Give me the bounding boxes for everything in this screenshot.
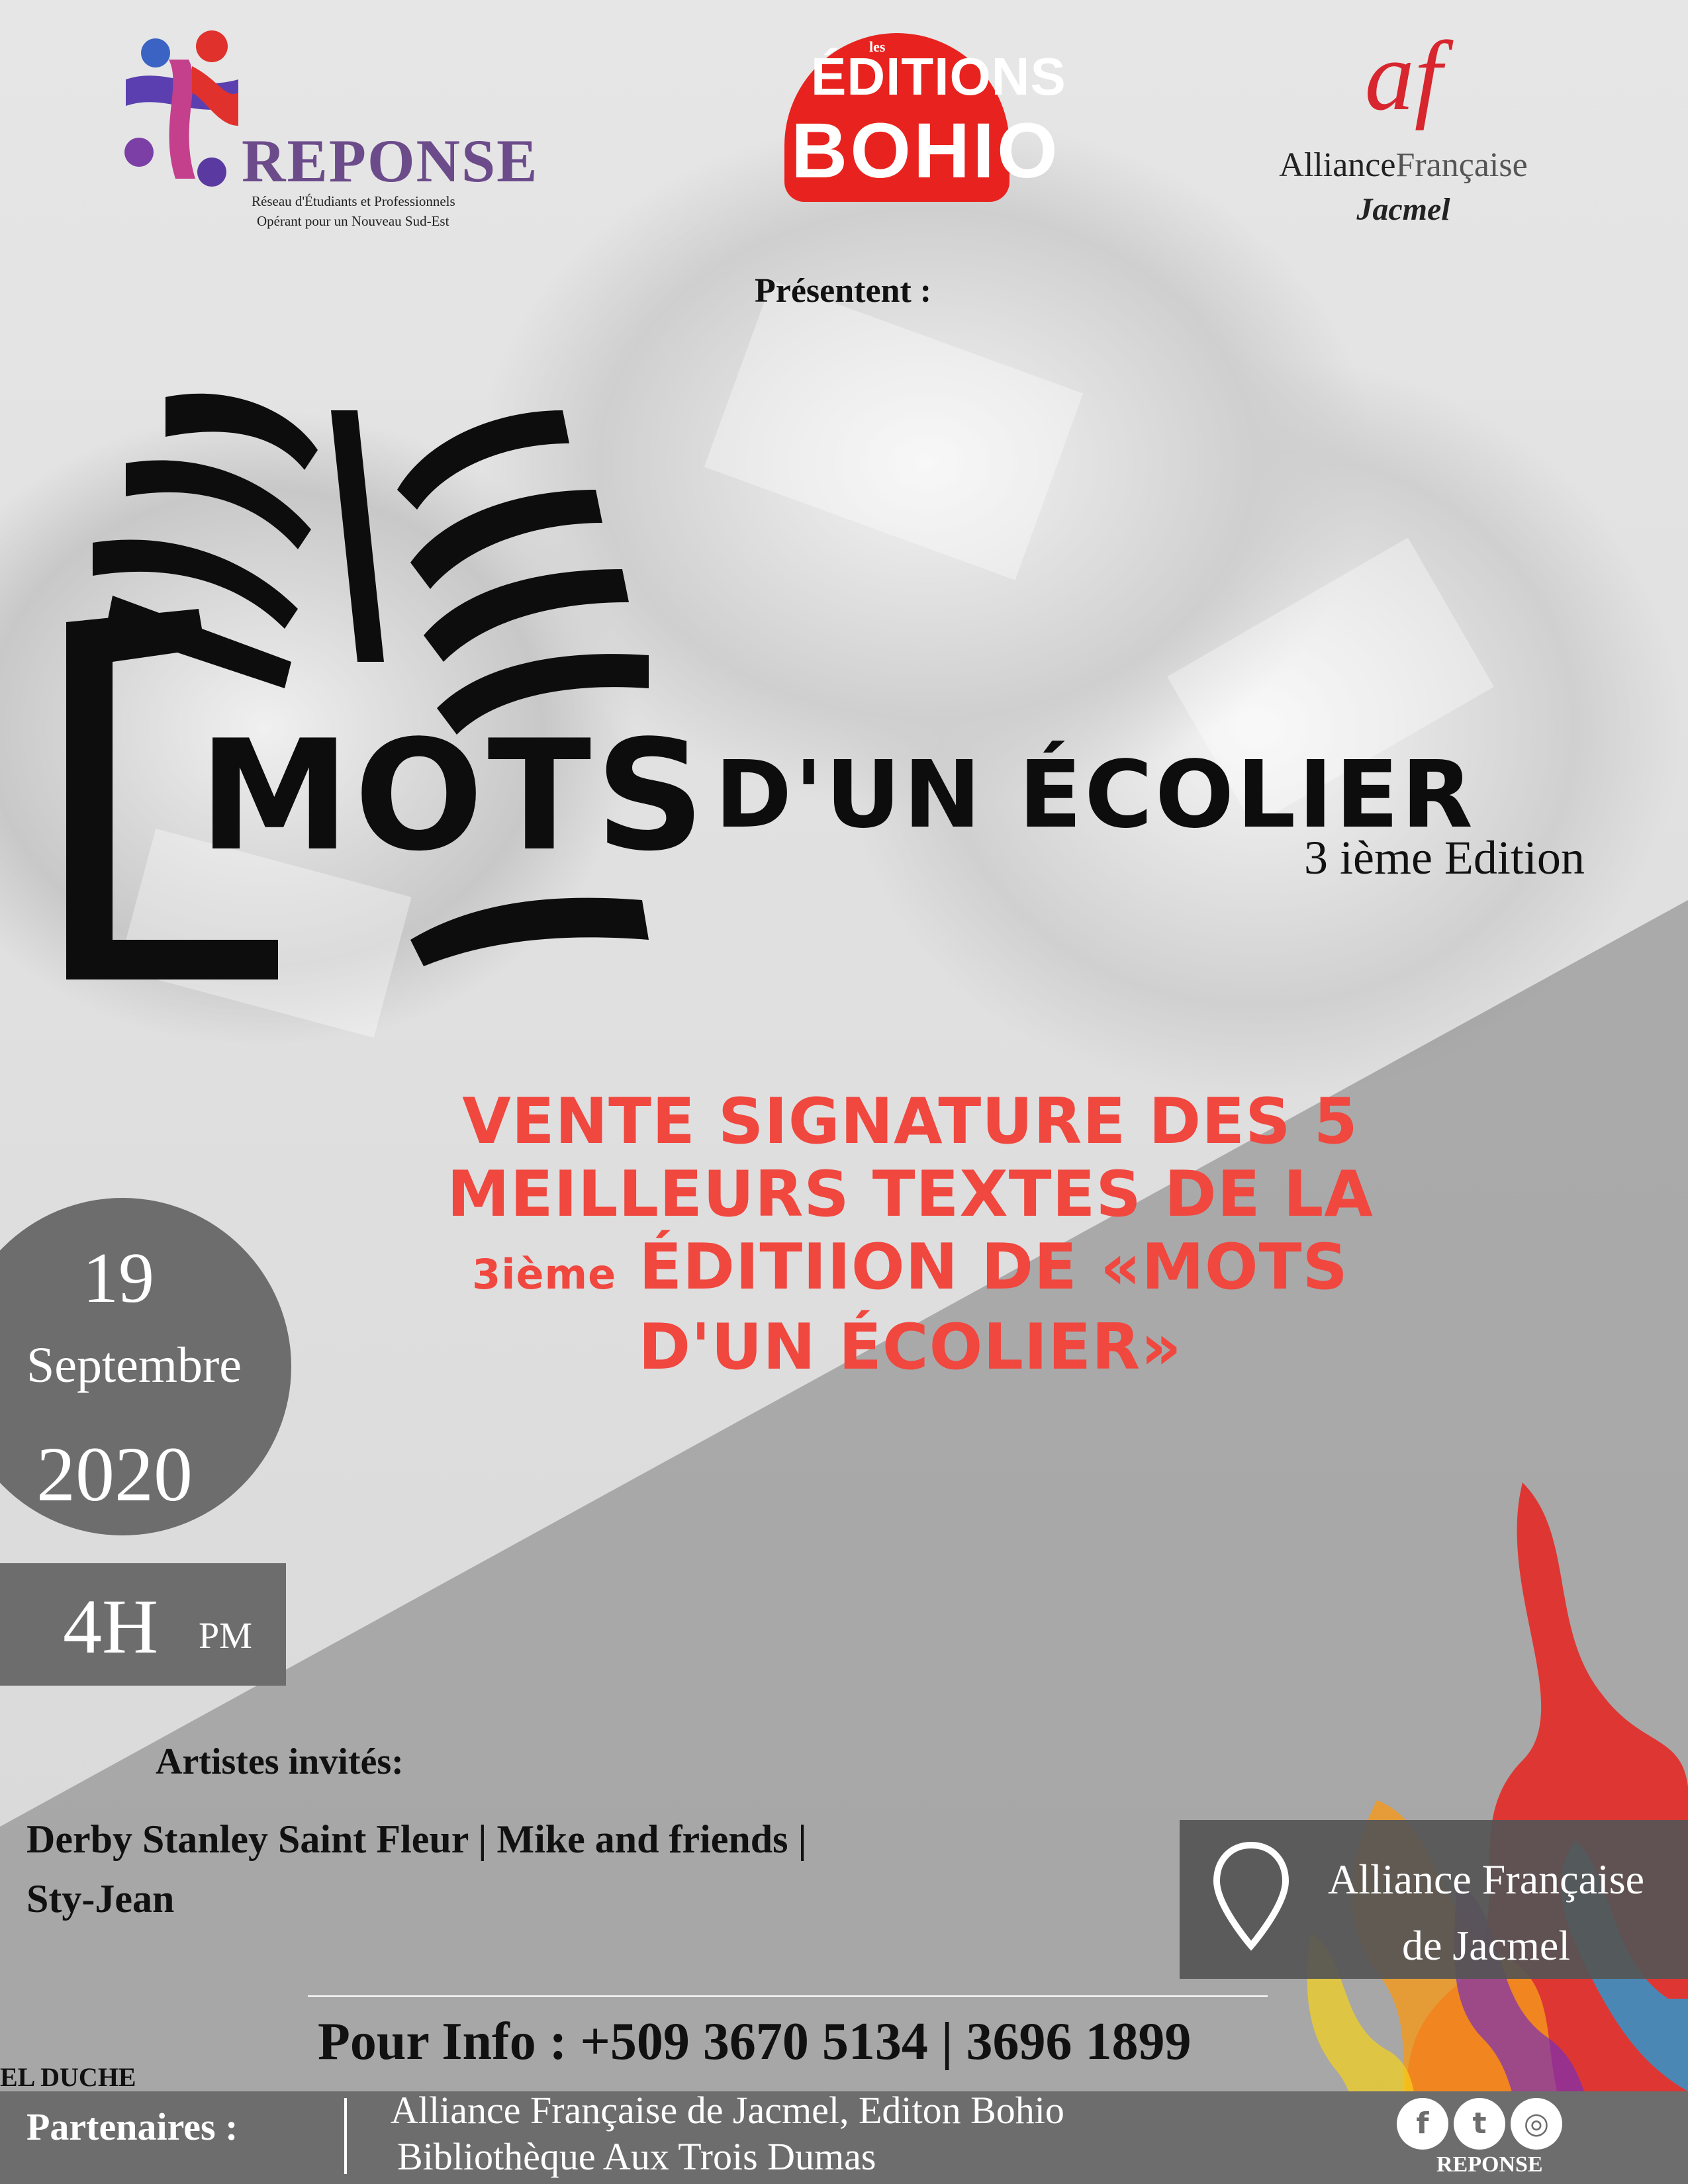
alliance-francaise-logo: af AllianceFrançaise Jacmel	[1244, 26, 1562, 278]
artists-title: Artistes invités:	[156, 1741, 404, 1782]
headline-line-3-text: ÉDITIION DE «MOTS	[616, 1231, 1348, 1304]
reponse-tagline-2: Opérant pour un Nouveau Sud-Est	[257, 213, 449, 229]
headline-ordinal: 3ième	[472, 1250, 617, 1298]
event-headline: VENTE SIGNATURE DES 5 MEILLEURS TEXTES D…	[344, 1085, 1476, 1384]
partners-separator	[344, 2098, 347, 2174]
social-icons: f t ◎	[1397, 2098, 1595, 2151]
reponse-tagline-1: Réseau d'Étudiants et Professionnels	[252, 193, 455, 209]
time-value: 4H	[63, 1583, 159, 1670]
bohio-name: BOHIO	[791, 107, 1060, 195]
instagram-icon[interactable]: ◎	[1511, 2098, 1562, 2150]
time-ampm: PM	[199, 1615, 252, 1657]
venue-line-1: Alliance Française	[1328, 1856, 1644, 1903]
af-name: AllianceFrançaise	[1244, 146, 1562, 185]
af-name-alliance: Alliance	[1279, 146, 1396, 184]
title-mots: MOTS	[199, 708, 709, 885]
headline-line-3: 3ième ÉDITIION DE «MOTS	[344, 1231, 1476, 1311]
venue-line-2: de Jacmel	[1401, 1922, 1571, 1969]
contact-info: Pour Info : +509 3670 5134 | 3696 1899	[318, 2013, 1192, 2071]
reponse-emblem-icon	[124, 30, 238, 187]
headline-line-4: D'UN ÉCOLIER»	[638, 1311, 1182, 1384]
social-handle: REPONSE	[1436, 2152, 1543, 2177]
info-divider	[308, 1995, 1268, 1997]
partners-line-2: Bibliothèque Aux Trois Dumas	[397, 2135, 876, 2178]
headline-line-2: MEILLEURS TEXTES DE LA	[447, 1158, 1374, 1231]
artists-list-line-1: Derby Stanley Saint Fleur | Mike and fri…	[26, 1817, 807, 1861]
reponse-wordmark: REPONSE	[242, 127, 539, 195]
designer-signature: EL DUCHE	[0, 2062, 136, 2092]
af-name-francaise: Française	[1395, 146, 1528, 184]
editions-bohio-logo: les ÉDITIONS BOHIO	[784, 33, 1066, 205]
twitter-icon[interactable]: t	[1454, 2098, 1505, 2150]
partners-label: Partenaires :	[26, 2105, 238, 2148]
headline-line-1: VENTE SIGNATURE DES 5	[462, 1085, 1358, 1158]
facebook-icon[interactable]: f	[1397, 2098, 1448, 2150]
date-month: Septembre	[26, 1338, 242, 1393]
reponse-logo: REPONSE Réseau d'Étudiants et Profession…	[113, 20, 539, 232]
af-city: Jacmel	[1356, 192, 1450, 227]
open-book-icon	[66, 393, 649, 979]
af-mark: af	[1364, 21, 1442, 131]
artists-list-line-2: Sty-Jean	[26, 1877, 175, 1921]
venue-name: Alliance Française de Jacmel	[1294, 1846, 1678, 1979]
date-year: 2020	[36, 1431, 193, 1518]
presentent-label: Présentent :	[755, 272, 932, 310]
location-pin-icon	[1213, 1841, 1289, 1951]
partners-line-1: Alliance Française de Jacmel, Editon Boh…	[391, 2089, 1064, 2132]
date-day: 19	[83, 1239, 154, 1318]
edition-label: 3 ième Edition	[1304, 831, 1585, 884]
bohio-editions: ÉDITIONS	[811, 47, 1066, 106]
